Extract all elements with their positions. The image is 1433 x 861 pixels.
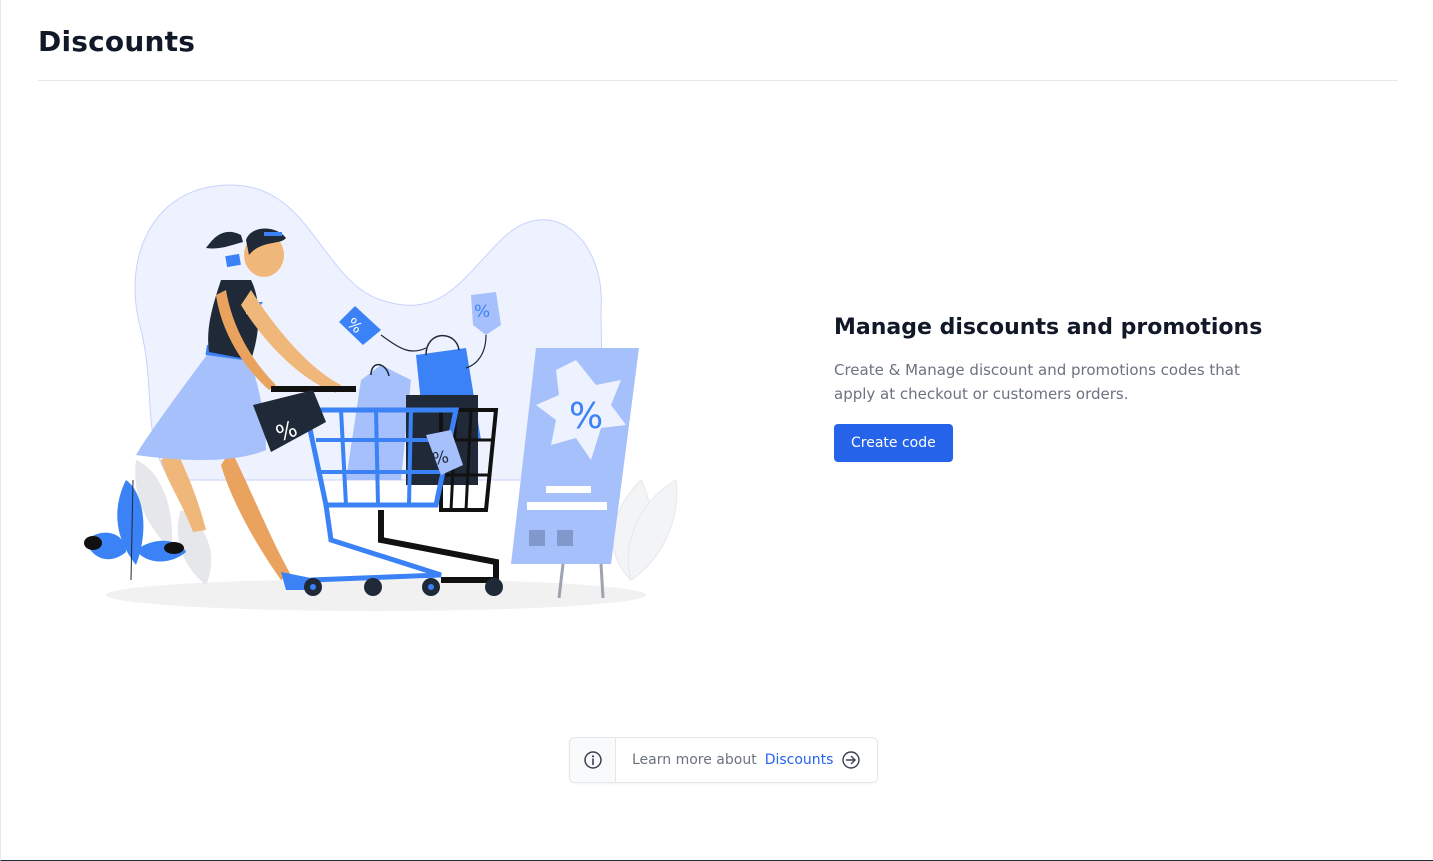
svg-text:%: % <box>474 302 490 322</box>
learn-more-prefix: Learn more about <box>632 752 757 768</box>
arrow-right-circle-icon <box>842 751 861 769</box>
info-circle-icon <box>570 738 616 782</box>
create-code-button[interactable]: Create code <box>834 424 953 462</box>
page-header: Discounts <box>38 22 1398 81</box>
svg-text:%: % <box>569 396 603 437</box>
learn-more-box: Learn more about Discounts <box>569 737 879 783</box>
learn-more-link[interactable]: Discounts <box>765 750 862 770</box>
learn-more-link-label: Discounts <box>764 752 834 768</box>
shopping-illustration: % % % % % <box>84 184 678 611</box>
plant-right-icon <box>612 479 678 581</box>
page-title: Discounts <box>38 25 196 58</box>
empty-state-title: Manage discounts and promotions <box>834 315 1263 340</box>
learn-more-text: Learn more about Discounts <box>616 738 877 782</box>
empty-state: Manage discounts and promotions Create &… <box>834 312 1274 462</box>
empty-state-description: Create & Manage discount and promotions … <box>834 361 1240 403</box>
page: Discounts % % % % % Manage discounts and… <box>0 0 1433 861</box>
